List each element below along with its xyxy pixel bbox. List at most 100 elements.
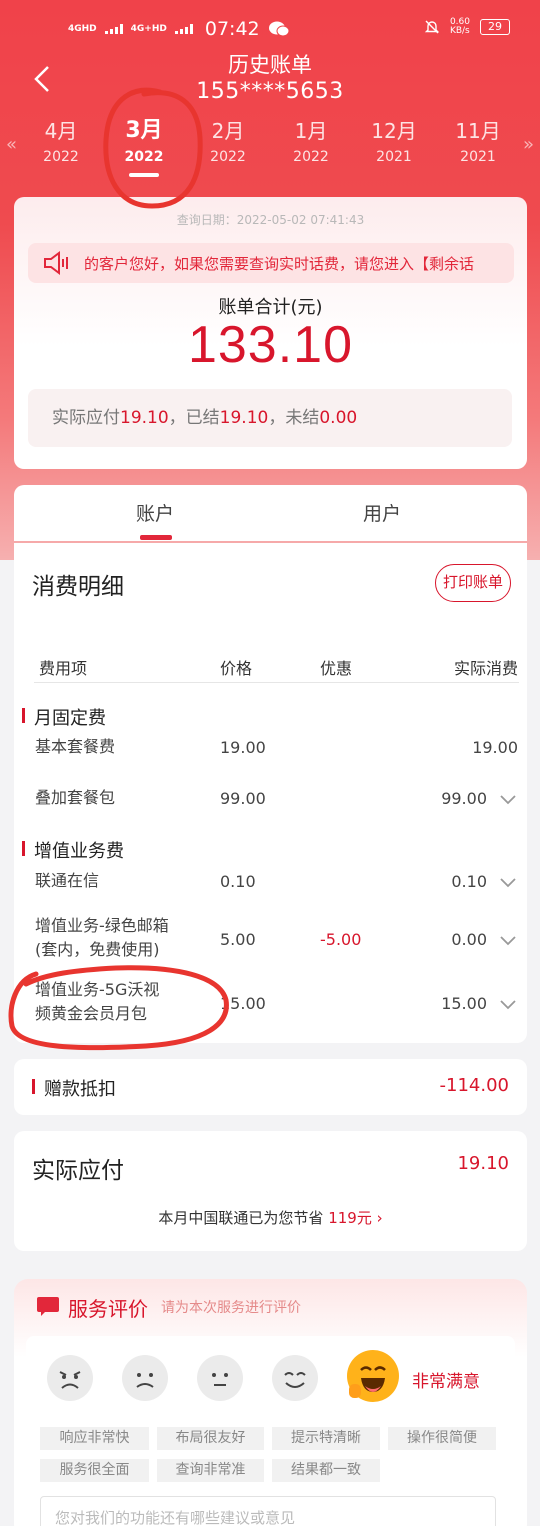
section-value-added-fee: 增值业务费 <box>22 837 124 863</box>
status-left: 4GHD 4G+HD 07:42 <box>68 18 290 40</box>
smile-face-icon[interactable] <box>272 1355 318 1401</box>
header-price: 价格 <box>220 659 253 678</box>
rating-level: 非常满意 <box>412 1372 480 1392</box>
service-rating-card: 服务评价 请为本次服务进行评价 非常满意 响应非常快 布局很友好 提示特清晰 操… <box>14 1279 527 1526</box>
tag-chip[interactable]: 操作很简便 <box>388 1427 496 1450</box>
row-actual: 19.00 <box>472 738 518 757</box>
mute-icon <box>424 20 440 34</box>
savings-link[interactable]: 本月中国联通已为您节省 119元 › <box>14 1207 527 1228</box>
notice-banner[interactable]: 的客户您好，如果您需要查询实时话费，请您进入【剩余话 <box>28 243 514 283</box>
row-name: 叠加套餐包 <box>35 788 116 807</box>
month-selector: 4月 2022 3月 2022 2月 2022 1月 2022 12月 2021 11月 2… <box>0 115 540 185</box>
speaker-icon <box>44 251 68 275</box>
settled-label: ，已结 <box>168 408 220 428</box>
rating-panel: 非常满意 响应非常快 布局很友好 提示特清晰 操作很简便 服务很全面 查询非常准… <box>26 1336 515 1526</box>
row-name-line2: (套内，免费使用) <box>35 940 160 959</box>
signal-icon-2 <box>174 24 193 34</box>
tag-chip[interactable]: 服务很全面 <box>40 1459 149 1482</box>
tab-account[interactable]: 账户 <box>136 499 174 526</box>
active-month-underline <box>129 173 159 177</box>
tag-chip[interactable]: 查询非常准 <box>157 1459 264 1482</box>
angry-face-icon[interactable] <box>47 1355 93 1401</box>
wechat-icon <box>268 21 290 37</box>
tag-chip[interactable]: 响应非常快 <box>40 1427 149 1450</box>
page-title-block: 历史账单 155****5653 <box>0 52 540 106</box>
row-actual: 15.00 <box>441 994 487 1013</box>
tag-chip[interactable]: 布局很友好 <box>157 1427 264 1450</box>
chevron-down-icon[interactable] <box>499 999 517 1011</box>
row-price: 5.00 <box>220 930 256 949</box>
sad-face-icon[interactable] <box>122 1355 168 1401</box>
month-tab-2021-12[interactable]: 12月 2021 <box>354 115 434 167</box>
row-name: 增值业务-绿色邮箱 (套内，免费使用) <box>35 914 169 962</box>
status-right: 0.60 KB/s 29 <box>424 18 510 36</box>
signal-icon <box>104 24 123 34</box>
chevron-down-icon[interactable] <box>499 935 517 947</box>
chevron-down-icon[interactable] <box>499 877 517 889</box>
status-bar: 4GHD 4G+HD 07:42 0.60 KB/s 29 <box>0 0 540 60</box>
row-actual: 99.00 <box>441 789 487 808</box>
row-price: 0.10 <box>220 872 256 891</box>
actual-payable-value: 19.10 <box>457 1153 509 1174</box>
row-actual: 0.00 <box>451 930 487 949</box>
comment-icon <box>37 1297 59 1316</box>
neutral-face-icon[interactable] <box>197 1355 243 1401</box>
savings-text: 本月中国联通已为您节省 <box>158 1209 324 1227</box>
month-tab-2022-2[interactable]: 2月 2022 <box>188 115 268 167</box>
unsettled-value: 0.00 <box>319 408 358 428</box>
deduction-value: -114.00 <box>439 1075 509 1096</box>
tag-chip[interactable]: 结果都一致 <box>272 1459 380 1482</box>
payable-value: 19.10 <box>120 408 169 428</box>
divider <box>34 682 519 683</box>
gift-deduction-card: 赠款抵扣 -114.00 <box>14 1059 527 1115</box>
payable-label: 实际应付 <box>52 408 120 428</box>
row-name: 基本套餐费 <box>35 737 116 756</box>
clock: 07:42 <box>204 18 260 40</box>
rating-subtitle: 请为本次服务进行评价 <box>161 1300 301 1316</box>
active-tab-indicator <box>140 535 172 540</box>
payment-summary: 实际应付19.10，已结19.10，未结0.00 <box>28 389 512 447</box>
actual-payable-title: 实际应付 <box>32 1158 124 1184</box>
month-tab-2022-3[interactable]: 3月 2022 <box>104 115 184 177</box>
bill-summary-card: 查询日期：2022-05-02 07:41:43 的客户您好，如果您需要查询实时… <box>14 197 527 469</box>
tag-chip[interactable]: 提示特清晰 <box>272 1427 380 1450</box>
battery-icon: 29 <box>480 19 510 35</box>
row-actual: 0.10 <box>451 872 487 891</box>
unsettled-label: ，未结 <box>268 408 320 428</box>
suggestion-input[interactable]: 您对我们的功能还有哪些建议或意见 <box>40 1496 496 1526</box>
settled-value: 19.10 <box>219 408 269 428</box>
header-discount: 优惠 <box>320 659 353 678</box>
network-indicator-1: 4GHD <box>68 23 97 34</box>
row-price: 15.00 <box>220 994 266 1013</box>
row-price: 99.00 <box>220 789 266 808</box>
chevron-right-icon: › <box>376 1209 383 1227</box>
tab-user[interactable]: 用户 <box>363 499 401 526</box>
print-bill-button[interactable]: 打印账单 <box>435 564 511 602</box>
chevron-down-icon[interactable] <box>499 794 517 806</box>
very-satisfied-face-icon[interactable] <box>347 1350 399 1402</box>
month-tab-2022-1[interactable]: 1月 2022 <box>271 115 351 167</box>
rating-title: 服务评价 <box>68 1297 148 1321</box>
month-tab-2022-4[interactable]: 4月 2022 <box>21 115 101 167</box>
actual-payable-card: 实际应付 19.10 本月中国联通已为您节省 119元 › <box>14 1131 527 1251</box>
net-speed-unit: KB/s <box>449 26 470 36</box>
row-name: 联通在信 <box>35 871 100 890</box>
total-value: 133.10 <box>187 316 354 374</box>
row-price: 19.00 <box>220 738 266 757</box>
network-indicator-2: 4G+HD <box>130 23 167 34</box>
row-discount: -5.00 <box>320 930 362 949</box>
page-title: 历史账单 <box>228 53 312 77</box>
section-monthly-fee: 月固定费 <box>22 704 106 730</box>
header-item: 费用项 <box>39 659 88 678</box>
consumption-detail-card: 消费明细 打印账单 费用项 价格 优惠 实际消费 月固定费 基本套餐费 19.0… <box>14 543 527 1043</box>
deduction-label: 赠款抵扣 <box>32 1075 116 1101</box>
row-name-line2: 频黄金会员月包 <box>35 1004 148 1023</box>
month-tab-2021-11[interactable]: 11月 2021 <box>438 115 518 167</box>
row-name-line1: 增值业务-绿色邮箱 <box>35 916 169 935</box>
detail-title: 消费明细 <box>32 574 124 600</box>
row-name: 增值业务-5G沃视 频黄金会员月包 <box>35 978 159 1026</box>
row-name-line1: 增值业务-5G沃视 <box>35 980 160 999</box>
header-actual: 实际消费 <box>453 659 518 678</box>
account-user-tabs: 账户 用户 <box>14 485 527 541</box>
notice-text: 的客户您好，如果您需要查询实时话费，请您进入【剩余话 <box>84 255 475 273</box>
